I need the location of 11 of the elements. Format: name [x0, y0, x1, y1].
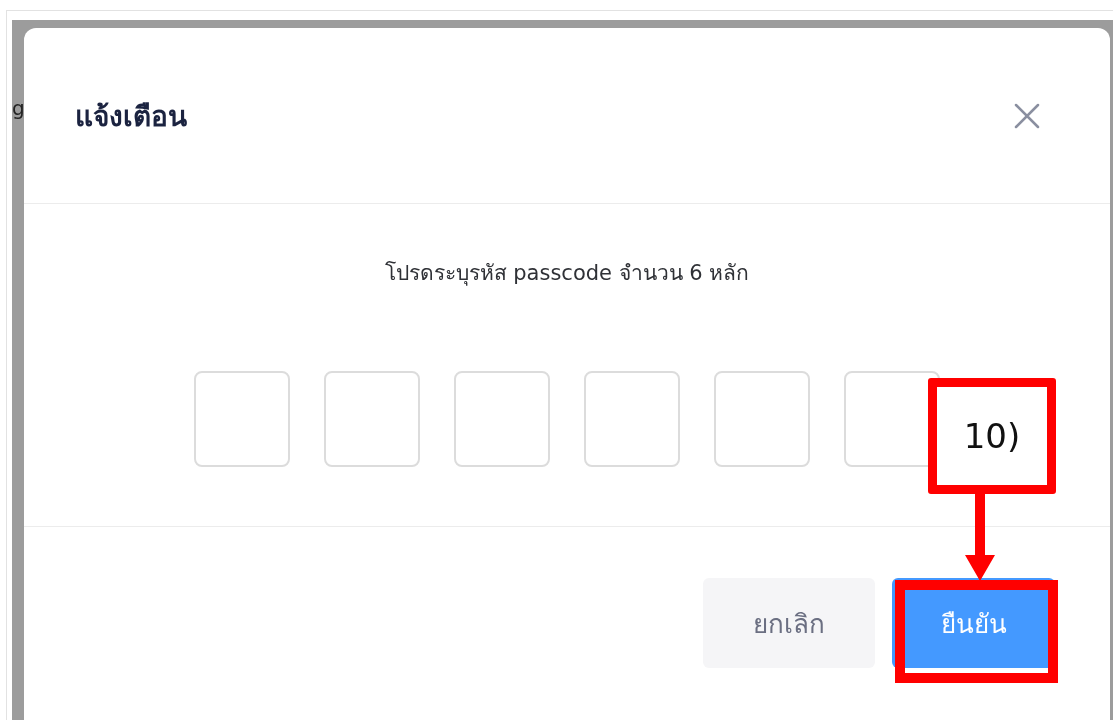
passcode-digit-field[interactable]: [584, 371, 680, 467]
annotation-label: 10): [928, 378, 1056, 494]
instruction-text: โปรดระบุรหัส passcode จำนวน 6 หลัก: [384, 260, 750, 288]
passcode-digit-field[interactable]: [454, 371, 550, 467]
cancel-button[interactable]: ยกเลิก: [703, 578, 875, 668]
background-text: g: [12, 96, 24, 120]
dialog-title: แจ้งเตือน: [75, 98, 187, 135]
passcode-digit-field[interactable]: [714, 371, 810, 467]
passcode-digit-field[interactable]: [194, 371, 290, 467]
passcode-digit-field[interactable]: [324, 371, 420, 467]
close-icon[interactable]: [1014, 102, 1040, 129]
